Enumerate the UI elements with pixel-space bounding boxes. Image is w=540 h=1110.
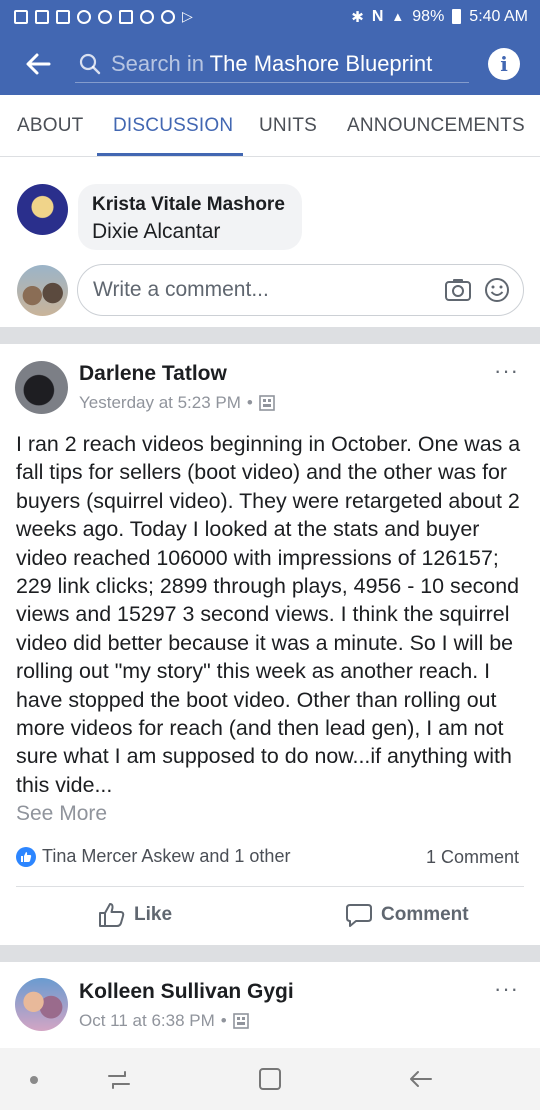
like-button[interactable]: Like: [98, 902, 172, 928]
comment-input[interactable]: Write a comment...: [77, 264, 524, 316]
post-meta: Yesterday at 5:23 PM •: [79, 393, 275, 413]
search-placeholder: Search in The Mashore Blueprint: [111, 51, 432, 77]
comment-count[interactable]: 1 Comment: [426, 847, 519, 868]
avatar[interactable]: [15, 978, 68, 1031]
comment-bubble[interactable]: Krista Vitale Mashore Dixie Alcantar: [78, 184, 302, 250]
tab-units[interactable]: UNITS: [259, 95, 317, 157]
mail-icon: [35, 9, 49, 24]
post-options-button[interactable]: ···: [494, 358, 519, 384]
comment-author[interactable]: Krista Vitale Mashore: [92, 194, 288, 216]
camera-icon[interactable]: [444, 277, 472, 303]
facebook-icon: [56, 9, 70, 24]
clock: 5:40 AM: [469, 7, 528, 25]
like-label: Like: [134, 904, 173, 925]
active-tab-indicator: [97, 153, 243, 156]
comment-label: Comment: [381, 904, 469, 925]
group-search-input[interactable]: Search in The Mashore Blueprint: [75, 45, 469, 83]
system-back-icon[interactable]: [407, 1066, 435, 1092]
post-author[interactable]: Kolleen Sullivan Gygi: [79, 980, 294, 1004]
nfc-icon: N: [371, 7, 384, 25]
comment-icon: [346, 904, 372, 927]
back-arrow-icon: [26, 53, 51, 75]
system-status: ✱ N ▲ 98% 5:40 AM: [351, 8, 528, 26]
link-icon: [77, 9, 91, 24]
like-reaction-icon: [16, 846, 36, 867]
image-icon: [119, 9, 133, 24]
search-icon: [79, 53, 101, 74]
avatar[interactable]: [17, 184, 68, 235]
recent-apps-icon[interactable]: [105, 1066, 133, 1094]
see-more-link[interactable]: See More: [16, 802, 107, 826]
search-prefix: Search in: [111, 50, 204, 76]
emoji-icon[interactable]: [484, 277, 510, 303]
app-notification-icon: [14, 9, 28, 24]
tab-discussion[interactable]: DISCUSSION: [113, 95, 233, 157]
messenger-icon: [140, 9, 154, 24]
post-text: I ran 2 reach videos beginning in Octobe…: [16, 432, 521, 797]
group-privacy-icon: [232, 1013, 249, 1029]
avatar: [17, 265, 68, 316]
app-header: Search in The Mashore Blueprint i: [0, 33, 540, 95]
group-tabs: ABOUT DISCUSSION UNITS ANNOUNCEMENTS: [0, 95, 540, 157]
post-options-button[interactable]: ···: [494, 976, 519, 1002]
comment-text: Dixie Alcantar: [92, 220, 221, 243]
separator-dot: •: [220, 1011, 227, 1030]
separator-dot: •: [246, 393, 253, 412]
section-divider: [0, 327, 540, 344]
notification-icons: ▷: [14, 8, 193, 25]
comment-placeholder: Write a comment...: [93, 278, 269, 301]
thumbs-up-icon: [99, 903, 125, 927]
post-timestamp[interactable]: Yesterday at 5:23 PM: [79, 393, 241, 413]
post-divider: [16, 886, 524, 887]
battery-percent: 98%: [412, 7, 445, 25]
reaction-names: Tina Mercer Askew and 1 other: [42, 846, 291, 866]
back-button[interactable]: [8, 33, 68, 95]
wifi-signal-icon: ▲: [391, 9, 405, 24]
comment-button[interactable]: Comment: [345, 902, 469, 928]
nav-indicator-dot: [30, 1076, 38, 1084]
tab-about[interactable]: ABOUT: [17, 95, 83, 157]
status-bar: ▷ ✱ N ▲ 98% 5:40 AM: [0, 0, 540, 33]
group-privacy-icon: [259, 395, 275, 411]
play-store-icon: ▷: [182, 8, 193, 24]
post-author[interactable]: Darlene Tatlow: [79, 362, 227, 386]
battery-icon: [452, 9, 462, 24]
bluetooth-icon: ✱: [351, 8, 364, 26]
link-icon: [98, 9, 112, 24]
reaction-summary[interactable]: Tina Mercer Askew and 1 other: [16, 846, 290, 867]
group-name: The Mashore Blueprint: [209, 50, 433, 76]
opera-icon: [161, 9, 175, 24]
info-icon: i: [500, 52, 508, 76]
avatar[interactable]: [15, 361, 68, 414]
home-icon[interactable]: [257, 1066, 283, 1092]
info-button[interactable]: i: [488, 48, 520, 80]
post-meta: Oct 11 at 6:38 PM •: [79, 1011, 249, 1031]
section-divider: [0, 945, 540, 962]
tab-announcements[interactable]: ANNOUNCEMENTS: [347, 95, 525, 157]
post-timestamp[interactable]: Oct 11 at 6:38 PM: [79, 1011, 215, 1031]
system-nav-bar: [0, 1048, 540, 1110]
